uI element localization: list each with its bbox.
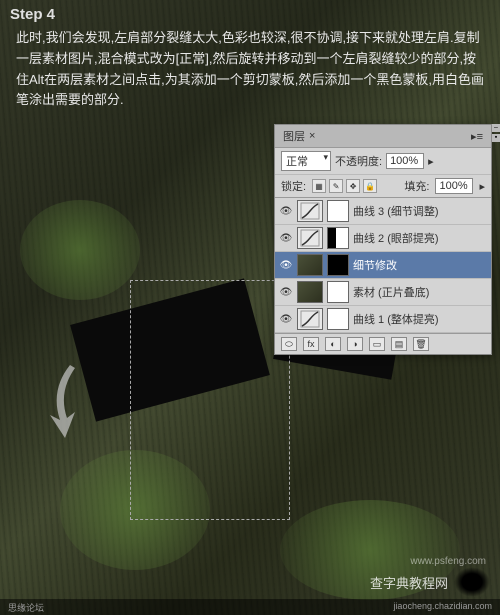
lock-icons-group: ▦ ✎ ✥ 🔒 <box>312 179 377 193</box>
fill-input[interactable]: 100% <box>435 178 473 194</box>
new-layer-icon[interactable]: ▤ <box>391 337 407 351</box>
panel-collapse-icon[interactable]: ▪ <box>492 134 500 142</box>
adjustment-icon[interactable]: ◑ <box>347 337 363 351</box>
selection-marquee[interactable] <box>130 280 290 520</box>
layer-row[interactable]: 👁 细节修改 <box>275 252 491 279</box>
layer-name-label: 曲线 3 (细节调整) <box>353 203 439 219</box>
visibility-eye-icon[interactable]: 👁 <box>279 260 293 271</box>
panel-minimize-icon[interactable]: – <box>492 124 500 132</box>
blend-opacity-row: 正常 不透明度: 100% ▸ <box>275 148 491 175</box>
layer-thumb[interactable] <box>297 281 323 303</box>
opacity-label: 不透明度: <box>335 153 382 169</box>
lock-label: 锁定: <box>281 178 306 194</box>
layer-name-label: 素材 (正片叠底) <box>353 284 429 300</box>
layer-mask-thumb[interactable] <box>327 281 349 303</box>
panel-menu-icon[interactable]: ▸≡ <box>471 130 483 143</box>
layers-panel: 图层 × ▸≡ 正常 不透明度: 100% ▸ 锁定: ▦ ✎ ✥ 🔒 填充: … <box>274 124 492 355</box>
watermark-text: 查字典教程网 <box>370 573 448 592</box>
psfeng-watermark: www.psfeng.com <box>410 556 486 567</box>
panel-tab-close-icon[interactable]: × <box>309 130 315 142</box>
lock-fill-row: 锁定: ▦ ✎ ✥ 🔒 填充: 100% ▸ <box>275 175 491 198</box>
layer-mask-thumb[interactable] <box>327 254 349 276</box>
panel-tab-bar: 图层 × ▸≡ <box>275 125 491 148</box>
visibility-eye-icon[interactable]: 👁 <box>279 287 293 298</box>
layer-row[interactable]: 👁 素材 (正片叠底) <box>275 279 491 306</box>
visibility-eye-icon[interactable]: 👁 <box>279 233 293 244</box>
layer-name-label: 曲线 2 (眼部提亮) <box>353 230 439 246</box>
lock-pixels-icon[interactable]: ✎ <box>329 179 343 193</box>
layer-name-label: 曲线 1 (整体提亮) <box>353 311 439 327</box>
step-label: Step 4 <box>10 6 55 23</box>
moss-patch <box>20 200 140 300</box>
lock-position-icon[interactable]: ✥ <box>346 179 360 193</box>
panel-tab-label-text: 图层 <box>283 128 305 144</box>
curves-thumb-icon[interactable] <box>297 200 323 222</box>
opacity-input[interactable]: 100% <box>386 153 424 169</box>
watermark: 查字典教程网 <box>370 567 490 597</box>
panel-footer: ⬭ fx ◐ ◑ ▭ ▤ 🗑 <box>275 333 491 354</box>
lock-transparency-icon[interactable]: ▦ <box>312 179 326 193</box>
panel-tab-layers[interactable]: 图层 × <box>283 128 315 144</box>
layer-row[interactable]: 👁 曲线 2 (眼部提亮) <box>275 225 491 252</box>
layers-list: 👁曲线 3 (细节调整)👁曲线 2 (眼部提亮)👁细节修改👁素材 (正片叠底)👁… <box>275 198 491 333</box>
layer-row[interactable]: 👁 曲线 1 (整体提亮) <box>275 306 491 333</box>
lock-all-icon[interactable]: 🔒 <box>363 179 377 193</box>
fx-icon[interactable]: fx <box>303 337 319 351</box>
layer-thumb[interactable] <box>297 254 323 276</box>
visibility-eye-icon[interactable]: 👁 <box>279 314 293 325</box>
fill-label: 填充: <box>404 178 429 194</box>
forum-credit: 思缘论坛 <box>8 601 44 613</box>
visibility-eye-icon[interactable]: 👁 <box>279 206 293 217</box>
instruction-text: 此时,我们会发现,左肩部分裂缝太大,色彩也较深,很不协调,接下来就处理左肩.复制… <box>16 28 484 111</box>
curves-thumb-icon[interactable] <box>297 308 323 330</box>
panel-window-controls: – ▪ <box>492 124 500 142</box>
link-layers-icon[interactable]: ⬭ <box>281 337 297 351</box>
site-url: jiaocheng.chazidian.com <box>393 601 492 613</box>
fill-flyout-icon[interactable]: ▸ <box>479 180 485 193</box>
opacity-flyout-icon[interactable]: ▸ <box>428 155 434 168</box>
delete-layer-icon[interactable]: 🗑 <box>413 337 429 351</box>
ink-splash-icon <box>454 567 490 597</box>
blend-mode-dropdown[interactable]: 正常 <box>281 151 331 171</box>
curves-thumb-icon[interactable] <box>297 227 323 249</box>
group-icon[interactable]: ▭ <box>369 337 385 351</box>
layer-name-label: 细节修改 <box>353 257 397 273</box>
layer-row[interactable]: 👁 曲线 3 (细节调整) <box>275 198 491 225</box>
layer-mask-thumb[interactable] <box>327 227 349 249</box>
layer-mask-thumb[interactable] <box>327 308 349 330</box>
arrow-indicator <box>40 360 100 440</box>
bottom-bar: 思缘论坛 jiaocheng.chazidian.com <box>0 599 500 615</box>
layer-mask-thumb[interactable] <box>327 200 349 222</box>
mask-icon[interactable]: ◐ <box>325 337 341 351</box>
